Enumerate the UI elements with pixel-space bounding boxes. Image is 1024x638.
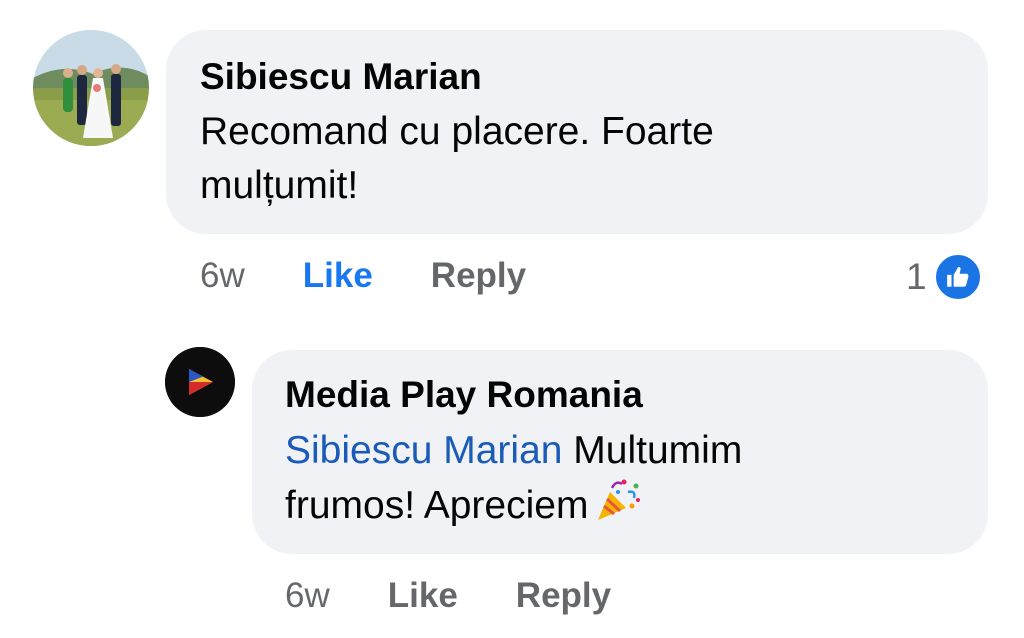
reply-author[interactable]: Media Play Romania — [285, 373, 643, 417]
reply-text-line1: Multumim — [562, 429, 743, 472]
reaction-count: 1 — [906, 256, 927, 297]
party-popper-icon — [594, 478, 641, 524]
reply-actions: 6w Like Reply — [285, 576, 611, 616]
reply-button[interactable]: Reply — [431, 256, 526, 296]
like-button[interactable]: Like — [388, 576, 458, 616]
like-button[interactable]: Like — [303, 256, 373, 296]
reaction-summary[interactable]: 1 — [906, 252, 983, 302]
mention-link[interactable]: Sibiescu Marian — [285, 429, 562, 472]
comment-thread: Sibiescu Marian Recomand cu placere. Foa… — [0, 0, 1024, 638]
reply-text: Sibiescu Marian Multumim frumos! Aprecie… — [285, 424, 975, 533]
reply-timestamp[interactable]: 6w — [285, 576, 330, 616]
reply-text-line2: frumos! Apreciem — [285, 484, 589, 527]
comment-text: Recomand cu placere. Foarte mulțumit! — [200, 110, 714, 207]
comment-timestamp[interactable]: 6w — [200, 256, 245, 296]
reply-bubble: Media Play Romania Sibiescu Marian Multu… — [252, 350, 988, 554]
page-avatar[interactable] — [165, 347, 235, 417]
avatar[interactable] — [33, 30, 149, 146]
play-triangle-logo-icon — [165, 347, 235, 417]
comment-bubble: Sibiescu Marian Recomand cu placere. Foa… — [166, 30, 988, 234]
reply-button[interactable]: Reply — [516, 576, 611, 616]
wedding-photo-icon — [33, 30, 149, 146]
thumbs-up-icon — [932, 252, 983, 302]
comment-actions: 6w Like Reply — [200, 256, 526, 296]
comment-author[interactable]: Sibiescu Marian — [200, 55, 482, 99]
